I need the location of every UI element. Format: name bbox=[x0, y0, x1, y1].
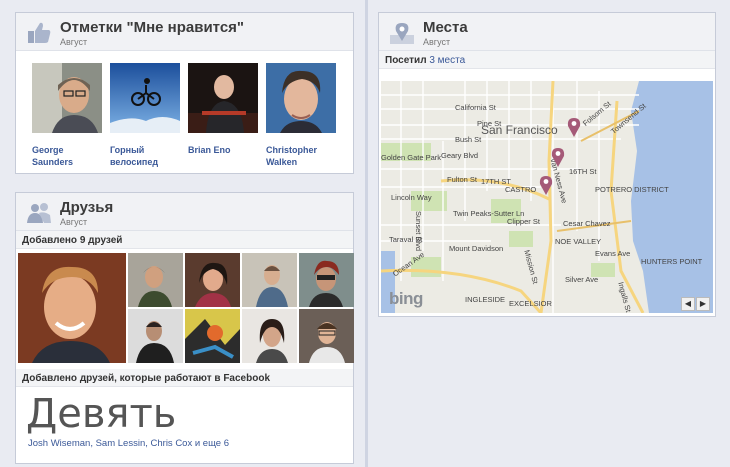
map-street-label: Silver Ave bbox=[565, 275, 599, 284]
george-saunders-photo[interactable] bbox=[32, 63, 102, 133]
mountain-bike-photo[interactable] bbox=[110, 63, 180, 133]
friend-photo-large[interactable] bbox=[18, 253, 126, 363]
column-divider bbox=[365, 0, 368, 467]
map-pin-folsom[interactable] bbox=[567, 117, 581, 137]
friends-card: Друзья Август Добавлено 9 друзей Добавле… bbox=[15, 192, 354, 464]
friends-icon bbox=[26, 201, 52, 225]
like-item-label[interactable]: Brian Eno bbox=[188, 144, 258, 156]
places-card: Места Август Посетил 3 места California … bbox=[378, 12, 716, 317]
map-pin-icon bbox=[389, 21, 415, 45]
likes-header: Отметки "Мне нравится" Август bbox=[16, 13, 353, 51]
friends-big-count: Девять bbox=[26, 391, 177, 437]
thumbs-up-icon bbox=[26, 21, 52, 45]
places-visited-link[interactable]: 3 места bbox=[429, 55, 465, 66]
likes-subtitle: Август bbox=[60, 37, 88, 47]
friend-photo[interactable] bbox=[185, 253, 240, 307]
places-visited-label: Посетил 3 места bbox=[379, 51, 715, 69]
map-street-label: Evans Ave bbox=[595, 249, 631, 258]
friends-title: Друзья bbox=[60, 199, 114, 216]
like-item-label[interactable]: George Saunders bbox=[32, 144, 102, 168]
map-street-label: Mount Davidson bbox=[449, 244, 504, 253]
map-pin-guerrero[interactable] bbox=[539, 175, 553, 195]
map-street-label: Geneva Ave bbox=[499, 311, 540, 313]
map-street-label: Cesar Chavez bbox=[563, 219, 611, 228]
map-street-label: POTRERO DISTRICT bbox=[595, 185, 669, 194]
map-street-label: Bush St bbox=[455, 135, 482, 144]
map-pin-mission[interactable] bbox=[551, 147, 565, 167]
chevron-right-icon: ▶ bbox=[699, 299, 707, 308]
map-street-label: San Francisco bbox=[481, 123, 558, 137]
friends-subtitle: Август bbox=[60, 217, 88, 227]
map-street-label: CASTRO bbox=[505, 185, 537, 194]
likes-card: Отметки "Мне нравится" Август George Sau… bbox=[15, 12, 354, 174]
like-item-label[interactable]: Christopher Walken bbox=[266, 144, 336, 168]
map-street-label: California St bbox=[455, 103, 496, 112]
friend-photo[interactable] bbox=[128, 253, 183, 307]
map-street-label: Geary Blvd bbox=[441, 151, 479, 160]
like-item-brian-eno[interactable]: Brian Eno bbox=[188, 63, 258, 156]
friends-header: Друзья Август bbox=[16, 193, 353, 231]
places-header: Места Август bbox=[379, 13, 715, 51]
friend-photo[interactable] bbox=[128, 309, 183, 363]
map-prev-button[interactable]: ◀ bbox=[681, 297, 695, 311]
map-street-label: Golden Gate Park bbox=[381, 153, 442, 162]
like-item-george-saunders[interactable]: George Saunders bbox=[32, 63, 102, 168]
map-next-button[interactable]: ▶ bbox=[696, 297, 710, 311]
map-street-label: HUNTERS POINT bbox=[641, 257, 703, 266]
friend-photo[interactable] bbox=[242, 309, 297, 363]
map-view[interactable]: California St Pine St Bush St Geary Blvd San… bbox=[381, 81, 713, 313]
friends-more-text[interactable]: и еще 6 bbox=[195, 438, 229, 449]
friends-added-label: Добавлено 9 друзей bbox=[16, 231, 353, 249]
map-street-label: NOE VALLEY bbox=[555, 237, 602, 246]
map-street-label: INGLESIDE bbox=[465, 295, 506, 304]
friend-photo[interactable] bbox=[299, 309, 354, 363]
like-item-christopher-walken[interactable]: Christopher Walken bbox=[266, 63, 336, 168]
map-street-label: Sunset Blvd bbox=[414, 211, 423, 252]
places-title: Места bbox=[423, 19, 468, 36]
map-street-label: 16TH St bbox=[569, 167, 597, 176]
friend-photo[interactable] bbox=[242, 253, 297, 307]
friend-photo[interactable] bbox=[299, 253, 354, 307]
map-street-label: EXCELSIOR bbox=[509, 299, 552, 308]
map-street-label: Lincoln Way bbox=[391, 193, 432, 202]
like-item-mountain-bike[interactable]: Горный велосипед bbox=[110, 63, 180, 168]
friend-link-sam-lessin[interactable]: Sam Lessin bbox=[96, 438, 146, 449]
like-item-label[interactable]: Горный велосипед bbox=[110, 144, 180, 168]
friend-photo[interactable] bbox=[185, 309, 240, 363]
chevron-left-icon: ◀ bbox=[684, 299, 692, 308]
friends-names-list: Josh Wiseman, Sam Lessin, Chris Cox и ещ… bbox=[28, 438, 230, 449]
places-subtitle: Август bbox=[423, 37, 451, 47]
christopher-walken-photo[interactable] bbox=[266, 63, 336, 133]
friend-link-josh-wiseman[interactable]: Josh Wiseman bbox=[28, 438, 90, 449]
brian-eno-photo[interactable] bbox=[188, 63, 258, 133]
friend-link-chris-cox[interactable]: Chris Cox bbox=[151, 438, 193, 449]
likes-title: Отметки "Мне нравится" bbox=[60, 19, 245, 36]
bing-logo: bing bbox=[389, 289, 423, 308]
friends-work-label: Добавлено друзей, которые работают в Fac… bbox=[16, 369, 353, 387]
map-street-label: Fulton St bbox=[447, 175, 478, 184]
map-street-label: Clipper St bbox=[507, 217, 540, 226]
